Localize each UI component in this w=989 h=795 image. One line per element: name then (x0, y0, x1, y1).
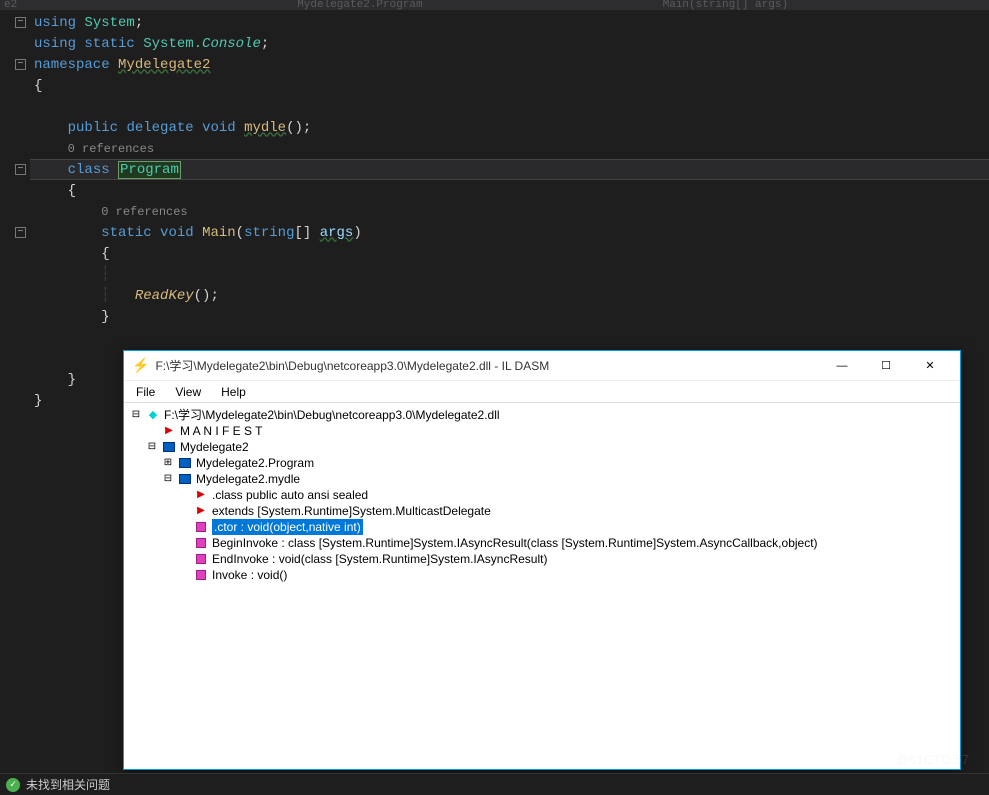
manifest-icon: ▶ (162, 423, 176, 439)
tree-toggle-icon[interactable]: ⊟ (162, 473, 174, 485)
arrow-icon: ▶ (194, 487, 208, 503)
tree-toggle-icon[interactable]: ⊟ (130, 409, 142, 421)
watermark: @51CTO 57 (896, 752, 969, 767)
breadcrumb-right: Main(string[] args) (663, 0, 788, 10)
codelens-references[interactable]: 0 references (101, 205, 187, 219)
fold-icon[interactable]: − (15, 59, 26, 70)
tree-ctor-selected[interactable]: .ctor : void(object,native int) (130, 519, 954, 535)
fold-icon[interactable]: − (15, 17, 26, 28)
tree-toggle-icon[interactable]: ⊟ (146, 441, 158, 453)
assembly-icon: ◆ (146, 407, 160, 423)
codelens-references[interactable]: 0 references (68, 142, 154, 156)
keyword: using (34, 15, 76, 31)
method-icon (194, 522, 208, 532)
keyword: namespace (34, 57, 110, 73)
parameter: args (320, 225, 354, 241)
arrow-icon: ▶ (194, 503, 208, 519)
tree-extends[interactable]: ▶extends [System.Runtime]System.Multicas… (130, 503, 954, 519)
namespace-icon (162, 442, 176, 452)
class-icon (178, 474, 192, 484)
ildasm-window[interactable]: ⚡ F:\学习\Mydelegate2\bin\Debug\netcoreapp… (123, 350, 961, 770)
window-title: F:\学习\Mydelegate2\bin\Debug\netcoreapp3.… (155, 357, 820, 374)
class-icon (178, 458, 192, 468)
ildasm-titlebar[interactable]: ⚡ F:\学习\Mydelegate2\bin\Debug\netcoreapp… (124, 351, 960, 381)
tree-namespace[interactable]: ⊟Mydelegate2 (130, 439, 954, 455)
menu-file[interactable]: File (128, 383, 163, 401)
brace: { (101, 246, 109, 262)
bolt-icon: ⚡ (132, 357, 149, 374)
keyword: class (68, 162, 110, 178)
tree-class-decl[interactable]: ▶.class public auto ansi sealed (130, 487, 954, 503)
status-text: 未找到相关问题 (26, 776, 110, 793)
breadcrumb-bar: e2 Mydelegate2.Program Main(string[] arg… (0, 0, 989, 10)
keyword: public (68, 120, 118, 136)
tree-invoke[interactable]: Invoke : void() (130, 567, 954, 583)
gutter: − − − − (0, 10, 30, 770)
tree-class-mydle[interactable]: ⊟Mydelegate2.mydle (130, 471, 954, 487)
fold-icon[interactable]: − (15, 164, 26, 175)
tree-class-program[interactable]: ⊞Mydelegate2.Program (130, 455, 954, 471)
keyword: void (160, 225, 194, 241)
type: string (244, 225, 294, 241)
tree-endinvoke[interactable]: EndInvoke : void(class [System.Runtime]S… (130, 551, 954, 567)
brace: } (101, 309, 109, 325)
method-name: Main (202, 225, 236, 241)
fold-icon[interactable]: − (15, 227, 26, 238)
tree-manifest[interactable]: ▶M A N I F E S T (130, 423, 954, 439)
brace: { (34, 78, 42, 94)
method-icon (194, 570, 208, 580)
delegate-name: mydle (244, 120, 286, 136)
keyword: delegate (126, 120, 193, 136)
keyword: void (202, 120, 236, 136)
keyword: using static (34, 36, 135, 52)
menu-help[interactable]: Help (213, 383, 254, 401)
keyword: static (101, 225, 151, 241)
class-name: Program (120, 162, 179, 178)
breadcrumb-left: e2 (4, 0, 17, 10)
method-call: ReadKey (135, 288, 194, 304)
brace: { (68, 183, 76, 199)
method-icon (194, 538, 208, 548)
minimize-button[interactable]: — (820, 352, 864, 380)
tree-root[interactable]: ⊟◆F:\学习\Mydelegate2\bin\Debug\netcoreapp… (130, 407, 954, 423)
namespace-ref: System. (143, 36, 202, 52)
close-button[interactable]: ✕ (908, 352, 952, 380)
menu-view[interactable]: View (167, 383, 209, 401)
class-ref: Console (202, 36, 261, 52)
breadcrumb-mid: Mydelegate2.Program (297, 0, 422, 10)
assembly-tree[interactable]: ⊟◆F:\学习\Mydelegate2\bin\Debug\netcoreapp… (124, 403, 960, 587)
namespace-ref: System (84, 15, 134, 31)
tree-begininvoke[interactable]: BeginInvoke : class [System.Runtime]Syst… (130, 535, 954, 551)
method-icon (194, 554, 208, 564)
ildasm-menubar: File View Help (124, 381, 960, 403)
tree-toggle-icon[interactable]: ⊞ (162, 457, 174, 469)
maximize-button[interactable]: ☐ (864, 352, 908, 380)
status-ok-icon: ✓ (6, 778, 20, 792)
status-bar: ✓ 未找到相关问题 (0, 773, 989, 795)
namespace-decl: Mydelegate2 (118, 57, 210, 73)
